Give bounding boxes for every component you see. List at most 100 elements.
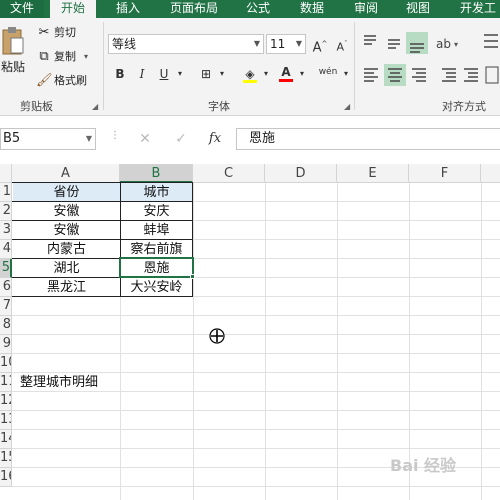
copy-button[interactable]: ⧉ 复制 ▾ <box>36 48 88 64</box>
scissors-icon: ✂ <box>38 24 50 40</box>
cell-a6[interactable]: 黑龙江 <box>13 278 120 297</box>
row-header-7[interactable]: 7 <box>0 297 12 316</box>
row-header-4[interactable]: 4 <box>0 240 12 259</box>
column-header-g[interactable] <box>481 164 500 183</box>
row-header-1[interactable]: 1 <box>0 183 12 202</box>
tab-data[interactable]: 数据 <box>292 0 332 18</box>
chevron-down-icon[interactable]: ▾ <box>340 64 352 84</box>
table-border <box>12 201 193 202</box>
horizontal-align-icons[interactable] <box>360 64 500 86</box>
paste-label: 粘贴 <box>0 60 25 74</box>
italic-button[interactable]: I <box>132 64 152 84</box>
cell-b2[interactable]: 安庆 <box>120 202 193 221</box>
row-header-8[interactable]: 8 <box>0 316 12 335</box>
row-header-10[interactable]: 10 <box>0 354 12 373</box>
chevron-down-icon[interactable]: ▾ <box>296 64 308 84</box>
column-header-a[interactable]: A <box>12 164 120 183</box>
select-all-corner[interactable] <box>0 164 12 183</box>
row-header-3[interactable]: 3 <box>0 221 12 240</box>
tab-formulas[interactable]: 公式 <box>238 0 278 18</box>
border-icon: ⊞ <box>200 67 212 81</box>
fill-handle[interactable] <box>190 274 195 279</box>
vertical-align-icons[interactable]: ab ▾ <box>360 32 500 54</box>
grow-font-button[interactable]: A^ <box>310 34 330 55</box>
column-header-d[interactable]: D <box>265 164 337 183</box>
tab-file[interactable]: 文件 <box>0 0 44 18</box>
font-color-button[interactable]: A <box>276 62 296 82</box>
tab-review[interactable]: 审阅 <box>346 0 386 18</box>
cell-a11[interactable]: 整理城市明细 <box>13 373 193 392</box>
column-header-b[interactable]: B <box>120 164 193 183</box>
cell-a4[interactable]: 内蒙古 <box>13 240 120 259</box>
tab-view[interactable]: 视图 <box>398 0 438 18</box>
table-border <box>12 239 193 240</box>
tab-insert[interactable]: 插入 <box>108 0 148 18</box>
formula-input[interactable]: 恩施 <box>236 128 500 150</box>
column-gridline <box>265 183 266 500</box>
cell-a5[interactable]: 湖北 <box>13 259 120 278</box>
cell-b6[interactable]: 大兴安岭 <box>120 278 193 297</box>
active-cell-selection <box>119 257 194 278</box>
column-header-c[interactable]: C <box>193 164 265 183</box>
chevron-down-icon: ▼ <box>253 39 260 48</box>
tab-home[interactable]: 开始 <box>50 0 96 20</box>
row-header-12[interactable]: 12 <box>0 392 12 411</box>
shrink-font-button[interactable]: Aˇ <box>332 34 352 54</box>
table-border <box>12 182 193 183</box>
font-launcher-icon[interactable]: ◢ <box>344 102 350 111</box>
chevron-down-icon[interactable]: ▾ <box>174 64 186 84</box>
row-header-11[interactable]: 11 <box>0 373 12 392</box>
svg-text:ab: ab <box>436 37 451 51</box>
cell-a3[interactable]: 安徽 <box>13 221 120 240</box>
clipboard-group-label: 剪贴板 <box>20 100 53 113</box>
row-header-6[interactable]: 6 <box>0 278 12 297</box>
paste-button[interactable]: 粘贴 <box>0 26 26 86</box>
font-size-value: 11 <box>270 37 286 51</box>
worksheet-grid[interactable]: A B C D E F 1 2 3 4 5 6 7 8 9 10 11 12 1… <box>0 164 500 500</box>
cell-b1[interactable]: 城市 <box>120 183 193 202</box>
tab-developer[interactable]: 开发工 <box>452 0 500 18</box>
chevron-down-icon[interactable]: ▾ <box>84 52 88 61</box>
row-header-13[interactable]: 13 <box>0 411 12 430</box>
name-box[interactable]: B5 ▼ <box>0 128 96 150</box>
table-border <box>192 182 193 297</box>
row-header-16[interactable]: 16 <box>0 468 12 487</box>
row-header-2[interactable]: 2 <box>0 202 12 221</box>
insert-function-button[interactable]: fx <box>204 128 226 150</box>
font-size-select[interactable]: 11 ▼ <box>266 34 306 54</box>
chevron-down-icon[interactable]: ▾ <box>260 64 272 84</box>
format-painter-button[interactable]: 🖌 格式刷 <box>36 72 87 88</box>
row-gridline <box>12 334 500 335</box>
move-cursor-icon <box>209 328 225 344</box>
row-header-14[interactable]: 14 <box>0 430 12 449</box>
group-divider <box>103 22 104 110</box>
shrink-font-icon: A <box>336 40 345 54</box>
cancel-icon[interactable]: ✕ <box>134 128 156 150</box>
row-gridline <box>12 429 500 430</box>
enter-icon[interactable]: ✓ <box>170 128 192 150</box>
cell-a2[interactable]: 安徽 <box>13 202 120 221</box>
cell-a1[interactable]: 省份 <box>13 183 120 202</box>
row-header-5[interactable]: 5 <box>0 259 12 278</box>
cut-button[interactable]: ✂ 剪切 <box>36 24 76 40</box>
bold-button[interactable]: B <box>110 64 130 84</box>
cell-b3[interactable]: 蚌埠 <box>120 221 193 240</box>
svg-text:▾: ▾ <box>454 40 458 49</box>
alignment-group-label: 对齐方式 <box>442 100 486 113</box>
column-header-e[interactable]: E <box>337 164 409 183</box>
column-header-f[interactable]: F <box>409 164 481 183</box>
border-button[interactable]: ⊞ <box>196 64 216 84</box>
underline-button[interactable]: U <box>154 64 174 84</box>
fill-color-button[interactable]: ◈ <box>240 64 260 84</box>
row-header-9[interactable]: 9 <box>0 335 12 354</box>
table-border <box>120 182 121 297</box>
font-name-select[interactable]: 等线 ▼ <box>108 34 264 54</box>
tab-page-layout[interactable]: 页面布局 <box>164 0 224 18</box>
format-painter-label: 格式刷 <box>54 74 87 87</box>
chevron-down-icon[interactable]: ▾ <box>216 64 228 84</box>
row-gridline <box>12 448 500 449</box>
row-header-15[interactable]: 15 <box>0 449 12 468</box>
paint-bucket-icon: ◈ <box>245 67 255 81</box>
clipboard-launcher-icon[interactable]: ◢ <box>92 102 98 111</box>
phonetic-guide-button[interactable]: wén <box>316 62 340 82</box>
